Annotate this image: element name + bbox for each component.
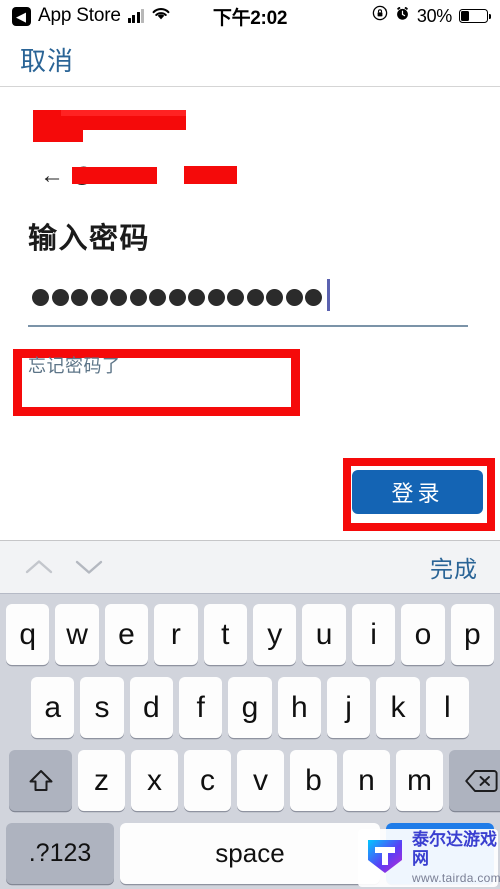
chevron-up-icon[interactable] [22,550,56,584]
key-e[interactable]: e [104,604,149,665]
rotation-lock-icon [372,5,388,27]
account-email-row[interactable]: ← @o .com [40,163,237,189]
login-button[interactable]: 登录 [352,470,483,514]
key-j[interactable]: j [326,677,371,738]
backspace-delete-icon[interactable] [449,750,500,811]
key-x[interactable]: x [131,750,178,811]
virtual-keyboard: 完成 q w e r t y u i o p a s d f g h j k l… [0,540,500,889]
key-z[interactable]: z [78,750,125,811]
email-redaction-local [72,167,157,184]
keyboard-row-3: z x c v b n m [3,750,500,811]
password-input[interactable] [28,270,468,328]
text-caret [327,279,330,311]
keyboard-row-4: .?123 space [3,823,497,884]
chevron-down-icon[interactable] [72,550,106,584]
key-h[interactable]: h [277,677,321,738]
key-f[interactable]: f [178,677,223,738]
key-u[interactable]: u [302,604,346,665]
battery-icon [459,9,492,23]
status-bar-right: 30% [372,5,492,27]
wifi-icon [151,5,171,27]
alarm-clock-icon [395,5,410,27]
page-title: 输入密码 [28,223,151,255]
password-masked-dots [32,280,322,314]
battery-percent-label: 30% [416,5,452,26]
back-arrow-icon[interactable]: ← [40,164,64,188]
key-return[interactable] [386,823,494,884]
password-underline [28,325,468,327]
keyboard-accessory-toolbar: 完成 [0,540,500,594]
key-i[interactable]: i [351,604,396,665]
key-g[interactable]: g [228,677,272,738]
phone-screen: ◀ App Store 下午2:02 30% 取消 ← 输入密码 忘记密码了 登… [0,0,500,889]
cellular-signal-icon [127,9,145,23]
status-bar: ◀ App Store 下午2:02 30% [0,0,500,32]
key-v[interactable]: v [237,750,284,811]
navigation-bar: 取消 [0,32,500,86]
key-a[interactable]: a [31,677,75,738]
key-space[interactable]: space [120,823,380,884]
key-numeric-switch[interactable]: .?123 [6,823,114,884]
key-d[interactable]: d [129,677,173,738]
shift-arrow-icon[interactable] [9,750,72,811]
key-l[interactable]: l [425,677,469,738]
status-bar-left: ◀ App Store [12,5,171,27]
keyboard-rows: q w e r t y u i o p a s d f g h j k l z … [0,595,500,889]
keyboard-done-button[interactable]: 完成 [430,550,478,584]
key-w[interactable]: w [55,604,99,665]
brand-logo-redacted [33,110,186,142]
chevron-left-icon[interactable]: ◀ [12,6,31,26]
key-t[interactable]: t [203,604,248,665]
cancel-button[interactable]: 取消 [20,41,74,78]
key-k[interactable]: k [376,677,420,738]
forgot-password-link[interactable]: 忘记密码了 [28,352,121,378]
keyboard-row-1: q w e r t y u i o p [3,604,497,665]
signin-form: ← @o .com 输入密码 忘记密码了 登录 [0,87,500,540]
key-y[interactable]: y [253,604,297,665]
key-s[interactable]: s [80,677,124,738]
key-q[interactable]: q [6,604,50,665]
back-app-label[interactable]: App Store [38,5,121,27]
email-redaction-domain [184,166,237,184]
keyboard-row-2: a s d f g h j k l [3,677,497,738]
keyboard-row-3-letters: z x c v b n m [75,750,446,811]
key-c[interactable]: c [184,750,231,811]
key-n[interactable]: n [343,750,390,811]
account-email-label: @o .com [72,164,237,188]
key-o[interactable]: o [401,604,445,665]
key-p[interactable]: p [450,604,495,665]
key-r[interactable]: r [154,604,198,665]
key-b[interactable]: b [290,750,337,811]
key-m[interactable]: m [396,750,443,811]
